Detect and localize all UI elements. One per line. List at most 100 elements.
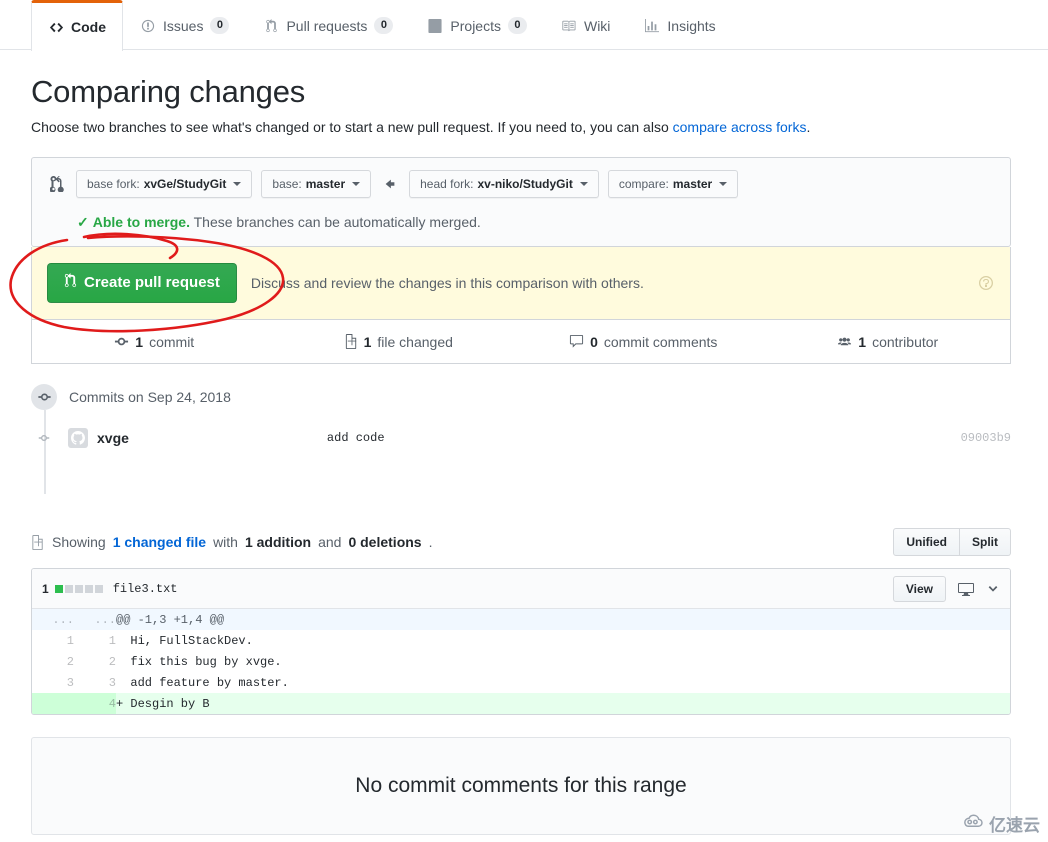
diff-table: ... ... @@ -1,3 +1,4 @@ 1 1 Hi, FullStac… [32, 609, 1010, 714]
page-title: Comparing changes [31, 74, 1011, 110]
create-pull-request-button[interactable]: Create pull request [47, 263, 237, 303]
git-pull-request-icon [64, 273, 77, 293]
file-diff-header: 1 file3.txt View [32, 569, 1010, 609]
branch-selector-row: base fork: xvGe/StudyGit base: master he… [47, 170, 995, 198]
tab-pull-requests[interactable]: Pull requests 0 [246, 0, 410, 50]
split-view-button[interactable]: Split [960, 528, 1011, 556]
branch-compare-box: base fork: xvGe/StudyGit base: master he… [31, 157, 1011, 247]
base-fork-label: base fork: [87, 177, 140, 191]
stat-commit-comments-label: commit comments [604, 334, 718, 350]
tab-insights[interactable]: Insights [627, 0, 732, 50]
file-diff-icon [31, 535, 45, 550]
main-content: Comparing changes Choose two branches to… [31, 50, 1011, 835]
file-diff-icon [345, 334, 358, 349]
diff-summary-text: Showing 1 changed file with 1 addition a… [31, 534, 432, 550]
watermark: 亿速云 [962, 811, 1040, 836]
diff-old-line: 3 [32, 672, 74, 693]
diffstat-block-none [65, 585, 73, 593]
view-file-button[interactable]: View [893, 576, 946, 602]
commit-author[interactable]: xvge [97, 430, 129, 446]
diff-code: + Desgin by B [116, 693, 1010, 714]
base-fork-select[interactable]: base fork: xvGe/StudyGit [76, 170, 252, 198]
file-diff-box: 1 file3.txt View [31, 568, 1011, 715]
check-icon: ✓ [77, 214, 89, 230]
changed-file-link[interactable]: 1 changed file [113, 534, 206, 550]
compare-branch-value: master [673, 177, 712, 191]
tab-issues-counter: 0 [210, 17, 229, 34]
diff-code: fix this bug by xvge. [116, 651, 1010, 672]
compare-across-forks-link[interactable]: compare across forks [673, 119, 807, 135]
device-desktop-icon[interactable] [958, 581, 974, 597]
page-subtitle-period: . [806, 119, 810, 135]
stat-commit-comments-count: 0 [590, 334, 598, 350]
diff-new-line: 2 [74, 651, 116, 672]
unified-view-button[interactable]: Unified [893, 528, 960, 556]
tab-issues[interactable]: Issues 0 [123, 0, 246, 50]
compare-branch-select[interactable]: compare: master [608, 170, 738, 198]
git-pull-request-icon [263, 18, 279, 34]
commits-list: Commits on Sep 24, 2018 xvge add code 09… [31, 384, 1011, 494]
diffstat-block-add [55, 585, 63, 593]
comparing-changes-page: Code Issues 0 Pull requests 0 [0, 0, 1048, 842]
stat-contributors[interactable]: 1 contributor [766, 334, 1011, 350]
cloud-icon [962, 814, 984, 834]
tab-projects[interactable]: Projects 0 [410, 0, 544, 50]
stat-commits-label: commit [149, 334, 194, 350]
diffstat-block-none [95, 585, 103, 593]
question-icon[interactable] [978, 275, 994, 291]
arrow-left-icon [380, 177, 400, 191]
tab-pull-requests-label: Pull requests [286, 19, 367, 33]
tab-wiki[interactable]: Wiki [544, 0, 627, 50]
project-icon [427, 18, 443, 34]
diff-old-line: ... [32, 609, 74, 630]
stat-commit-comments[interactable]: 0 commit comments [521, 334, 766, 350]
people-icon [837, 334, 852, 349]
additions-count: 1 addition [245, 534, 311, 550]
diff-row-context: 1 1 Hi, FullStackDev. [32, 630, 1010, 651]
diff-code: Hi, FullStackDev. [116, 630, 1010, 651]
commit-timeline-tail [31, 452, 1011, 494]
book-icon [561, 18, 577, 34]
commit-message[interactable]: add code [327, 431, 385, 445]
merge-status-text: These branches can be automatically merg… [190, 214, 481, 230]
commit-group-header: Commits on Sep 24, 2018 [31, 384, 1011, 410]
diffstat-block-none [85, 585, 93, 593]
stat-contributors-count: 1 [858, 334, 866, 350]
diff-new-line: 4 [74, 693, 116, 714]
create-pull-request-bar: Create pull request Discuss and review t… [31, 247, 1011, 320]
comment-icon [569, 334, 584, 349]
stat-files-changed-count: 1 [364, 334, 372, 350]
file-name[interactable]: file3.txt [113, 582, 178, 596]
commit-row: xvge add code 09003b9 [31, 424, 1011, 452]
base-branch-select[interactable]: base: master [261, 170, 371, 198]
create-pull-request-label: Create pull request [84, 274, 220, 292]
tab-issues-label: Issues [163, 19, 203, 33]
no-comments-text: No commit comments for this range [355, 774, 686, 798]
diff-old-line [32, 693, 74, 714]
file-diffstat-count: 1 [42, 582, 49, 596]
base-branch-label: base: [272, 177, 301, 191]
create-pull-request-description: Discuss and review the changes in this c… [251, 275, 644, 291]
code-icon [48, 19, 64, 35]
head-fork-select[interactable]: head fork: xv-niko/StudyGit [409, 170, 599, 198]
commit-node-icon [31, 432, 57, 444]
stat-commits[interactable]: 1 commit [32, 334, 277, 350]
base-fork-value: xvGe/StudyGit [144, 177, 227, 191]
avatar[interactable] [68, 428, 88, 448]
diff-row-context: 3 3 add feature by master. [32, 672, 1010, 693]
diff-code: add feature by master. [116, 672, 1010, 693]
showing-label: Showing [52, 534, 106, 550]
tab-code[interactable]: Code [31, 0, 123, 51]
stat-files-changed[interactable]: 1 file changed [277, 334, 522, 350]
commit-group-date: Commits on Sep 24, 2018 [69, 389, 231, 405]
commit-sha[interactable]: 09003b9 [961, 431, 1011, 445]
diff-row-hunk: ... ... @@ -1,3 +1,4 @@ [32, 609, 1010, 630]
stat-contributors-label: contributor [872, 334, 938, 350]
with-label: with [213, 534, 238, 550]
chevron-down-icon[interactable] [986, 582, 1000, 596]
tab-projects-counter: 0 [508, 17, 527, 34]
merge-status-strong: Able to merge. [93, 214, 190, 230]
file-diffstat-bar [55, 585, 103, 593]
diff-old-line: 2 [32, 651, 74, 672]
no-comments-panel: No commit comments for this range [31, 737, 1011, 835]
